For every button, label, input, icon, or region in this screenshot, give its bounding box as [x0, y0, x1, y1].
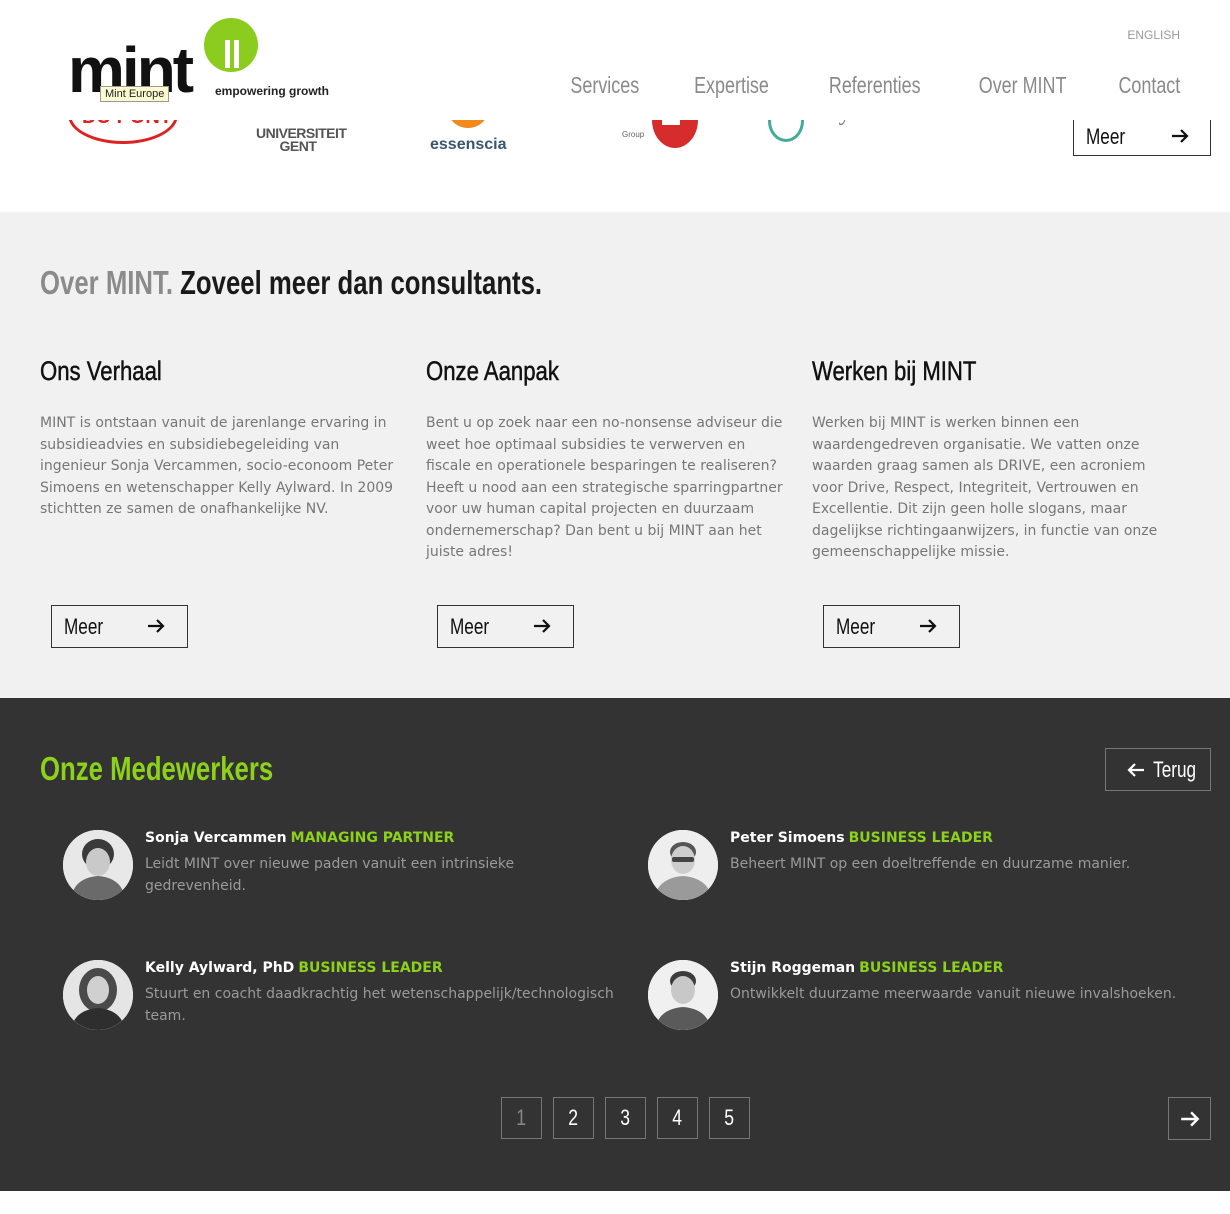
arrow-right-icon [148, 619, 165, 633]
column-text: Bent u op zoek naar een no-nonsense advi… [426, 415, 783, 560]
member-name[interactable]: Peter Simoens [730, 830, 845, 846]
about-column-story: Ons Verhaal MINT is ontstaan vanuit de j… [40, 356, 400, 521]
team-section: Onze Medewerkers Terug Sonja Vercammen MA… [0, 698, 1230, 1191]
member-role: BUSINESS LEADER [848, 830, 993, 846]
logo-tooltip: Mint Europe [100, 86, 170, 102]
about-title-dark: Zoveel meer dan consultants. [180, 264, 543, 301]
team-member-card: Kelly Aylward, PhD BUSINESS LEADER Stuurt… [63, 960, 623, 1040]
column-heading: Ons Verhaal [40, 356, 162, 387]
team-member-card: Stijn Roggeman BUSINESS LEADER Ontwikkelt… [648, 960, 1208, 1040]
nav-item-services[interactable]: Services [570, 72, 639, 99]
main-nav: Services Expertise Referenties Over MINT… [551, 72, 1180, 99]
column-text: Werken bij MINT is werken binnen een waa… [812, 415, 1158, 560]
team-title: Onze Medewerkers [40, 750, 274, 787]
avatar [648, 830, 718, 900]
language-switch-english[interactable]: ENGLISH [1127, 28, 1180, 42]
about-title: Over MINT. Zoveel meer dan consultants. [40, 264, 542, 302]
nav-item-expertise[interactable]: Expertise [694, 72, 769, 99]
back-label: Terug [1153, 756, 1196, 782]
page-button-5[interactable]: 5 [709, 1097, 750, 1139]
mint-logo[interactable]: mint empowering growth Mint Europe [68, 18, 338, 118]
member-description: Ontwikkelt duurzame meerwaarde vanuit ni… [730, 986, 1177, 1002]
arrow-right-icon [920, 619, 937, 633]
page-button-3[interactable]: 3 [605, 1097, 646, 1139]
member-role: BUSINESS LEADER [298, 960, 443, 976]
story-more-button[interactable]: Meer [51, 605, 188, 648]
team-member-card: Peter Simoens BUSINESS LEADER Beheert MIN… [648, 830, 1208, 910]
site-header: mint empowering growth Mint Europe ENGLI… [0, 0, 1230, 120]
about-section: Over MINT. Zoveel meer dan consultants. … [0, 212, 1230, 698]
arrow-right-icon [1172, 129, 1189, 143]
logo-leaf-icon [204, 18, 258, 72]
about-title-light: Over MINT. [40, 264, 174, 301]
arrow-right-icon [534, 619, 551, 633]
about-column-approach: Onze Aanpak Bent u op zoek naar een no-n… [426, 356, 786, 564]
column-text: MINT is ontstaan vanuit de jarenlange er… [40, 415, 394, 517]
member-description: Leidt MINT over nieuwe paden vanuit een … [145, 856, 515, 894]
page-button-4[interactable]: 4 [657, 1097, 698, 1139]
member-description: Beheert MINT op een doeltreffende en duu… [730, 856, 1131, 872]
client-logo-ugent: UNIVERSITEIT GENT [256, 125, 347, 154]
nav-item-referenties[interactable]: Referenties [829, 72, 921, 99]
arrow-right-icon [1180, 1111, 1199, 1126]
avatar [648, 960, 718, 1030]
page-button-1[interactable]: 1 [501, 1097, 542, 1139]
client-logo-strip: DU PONT UNIVERSITEIT GENT essenscia Grou… [0, 112, 1230, 212]
clients-more-label: Meer [1086, 123, 1126, 149]
column-heading: Onze Aanpak [426, 356, 559, 387]
clients-more-button[interactable]: Meer [1073, 118, 1211, 156]
avatar [63, 830, 133, 900]
approach-more-button[interactable]: Meer [437, 605, 574, 648]
careers-more-button[interactable]: Meer [823, 605, 960, 648]
arrow-left-icon [1127, 763, 1144, 777]
member-role: MANAGING PARTNER [290, 830, 455, 846]
logo-tagline: empowering growth [215, 84, 329, 98]
member-description: Stuurt en coacht daadkrachtig het wetens… [145, 986, 614, 1024]
back-button[interactable]: Terug [1105, 748, 1211, 791]
team-member-card: Sonja Vercammen MANAGING PARTNER Leidt MI… [63, 830, 623, 910]
member-role: BUSINESS LEADER [859, 960, 1004, 976]
avatar [63, 960, 133, 1030]
nav-item-contact[interactable]: Contact [1118, 72, 1180, 99]
page-button-2[interactable]: 2 [553, 1097, 594, 1139]
member-name[interactable]: Stijn Roggeman [730, 960, 855, 976]
member-name[interactable]: Kelly Aylward, PhD [145, 960, 294, 976]
member-name[interactable]: Sonja Vercammen [145, 830, 287, 846]
column-heading: Werken bij MINT [812, 356, 977, 387]
pagination: 1 2 3 4 5 [501, 1097, 750, 1139]
nav-item-over-mint[interactable]: Over MINT [979, 72, 1067, 99]
about-column-careers: Werken bij MINT Werken bij MINT is werke… [812, 356, 1172, 564]
next-page-button[interactable] [1168, 1097, 1211, 1140]
